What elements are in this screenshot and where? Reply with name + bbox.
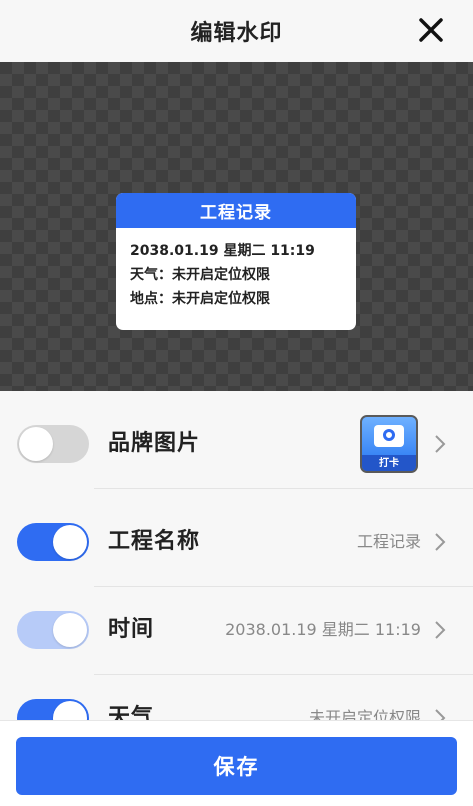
watermark-title: 工程记录 <box>116 193 356 228</box>
setting-value: 未开启定位权限 <box>308 708 421 720</box>
toggle-knob <box>53 525 87 559</box>
camera-icon <box>362 417 416 455</box>
project-name-toggle[interactable] <box>17 523 89 561</box>
save-button[interactable]: 保存 <box>16 737 457 795</box>
weather-toggle[interactable] <box>17 699 89 720</box>
watermark-weather-line: 天气：未开启定位权限 <box>130 267 270 283</box>
chevron-right-icon <box>435 435 446 453</box>
toggle-knob <box>53 613 87 647</box>
toggle-knob <box>19 427 53 461</box>
chevron-right-icon <box>435 709 446 720</box>
brand-image-toggle[interactable] <box>17 425 89 463</box>
page-title: 编辑水印 <box>190 21 283 46</box>
time-toggle[interactable] <box>17 611 89 649</box>
setting-row-weather[interactable]: 天气 未开启定位权限 <box>0 665 473 720</box>
brand-image-thumbnail[interactable]: 打卡 <box>360 415 418 473</box>
settings-list: 品牌图片 打卡 工程名称 工程记录 时间 2038.01.19 星期二 11:1… <box>0 391 473 720</box>
chevron-right-icon <box>435 621 446 639</box>
setting-row-time[interactable]: 时间 2038.01.19 星期二 11:19 <box>0 577 473 675</box>
watermark-card[interactable]: 工程记录 2038.01.19 星期二 11:19 天气：未开启定位权限 地点：… <box>116 193 356 330</box>
chevron-right-icon <box>435 533 446 551</box>
footer-bar: 保存 <box>0 720 473 806</box>
toggle-knob <box>53 701 87 720</box>
watermark-time-line: 2038.01.19 星期二 11:19 <box>130 243 315 259</box>
setting-label: 天气 <box>108 705 155 720</box>
watermark-location-line: 地点：未开启定位权限 <box>130 291 270 307</box>
setting-row-brand-image[interactable]: 品牌图片 打卡 <box>0 391 473 489</box>
brand-caption: 打卡 <box>362 455 416 471</box>
watermark-preview: 工程记录 2038.01.19 星期二 11:19 天气：未开启定位权限 地点：… <box>0 62 473 391</box>
header-bar: 编辑水印 <box>0 0 473 62</box>
setting-label: 品牌图片 <box>108 431 201 456</box>
close-icon[interactable] <box>415 14 447 46</box>
setting-row-project-name[interactable]: 工程名称 工程记录 <box>0 489 473 587</box>
